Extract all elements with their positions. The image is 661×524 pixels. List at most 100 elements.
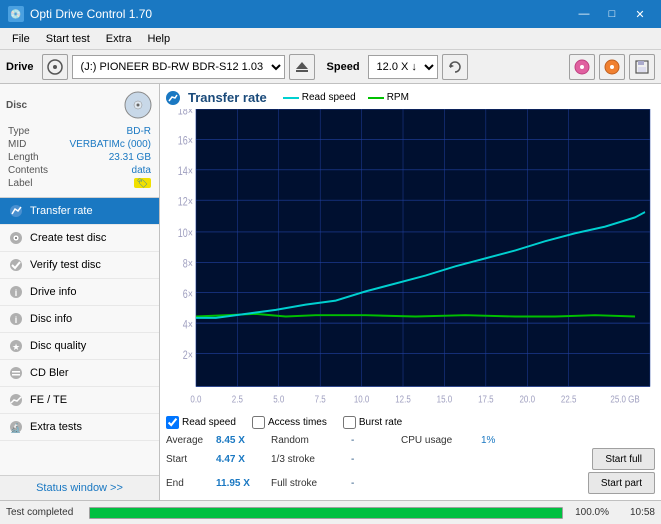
start-full-button[interactable]: Start full xyxy=(592,448,655,470)
nav-transfer-rate[interactable]: Transfer rate xyxy=(0,198,159,225)
svg-text:7.5: 7.5 xyxy=(315,393,326,404)
svg-text:10×: 10× xyxy=(178,227,193,241)
burst-rate-checkbox[interactable] xyxy=(343,416,356,429)
svg-text:22.5: 22.5 xyxy=(561,393,577,404)
access-times-checkbox[interactable] xyxy=(252,416,265,429)
transfer-rate-icon xyxy=(8,203,24,219)
window-controls: — □ ✕ xyxy=(571,5,653,23)
svg-text:i: i xyxy=(15,288,18,298)
stats-row-average: Average 8.45 X Random - CPU usage 1% xyxy=(166,435,655,446)
disc-icon xyxy=(123,90,153,120)
menu-file[interactable]: File xyxy=(4,31,38,47)
nav-disc-info[interactable]: i Disc info xyxy=(0,306,159,333)
disc-type-row: Type BD-R xyxy=(8,126,151,137)
verify-test-disc-icon xyxy=(8,257,24,273)
menu-start-test[interactable]: Start test xyxy=(38,31,98,47)
nav-extra-tests[interactable]: 🔬 Extra tests xyxy=(0,414,159,441)
svg-text:15.0: 15.0 xyxy=(437,393,453,404)
legend-rpm-label: RPM xyxy=(387,92,409,103)
title-bar: 💿 Opti Drive Control 1.70 — □ ✕ xyxy=(0,0,661,28)
chart-area: Transfer rate Read speed RPM xyxy=(160,84,661,500)
chart-title: Transfer rate xyxy=(188,90,267,105)
status-window-button[interactable]: Status window >> xyxy=(0,475,159,500)
legend-read-speed: Read speed xyxy=(283,92,356,103)
nav-create-test-disc-label: Create test disc xyxy=(30,232,106,244)
speed-selector[interactable]: 12.0 X ↓ xyxy=(368,55,438,79)
start-part-button[interactable]: Start part xyxy=(588,472,655,494)
access-times-checkbox-label: Access times xyxy=(268,417,327,428)
nav-cd-bler-label: CD Bler xyxy=(30,367,69,379)
legend-read-speed-label: Read speed xyxy=(302,92,356,103)
drive-selector[interactable]: (J:) PIONEER BD-RW BDR-S12 1.03 xyxy=(72,55,285,79)
progress-value: 100.0% xyxy=(571,507,609,518)
nav-cd-bler[interactable]: CD Bler xyxy=(0,360,159,387)
svg-text:2.5: 2.5 xyxy=(232,393,243,404)
read-speed-checkbox-item[interactable]: Read speed xyxy=(166,416,236,429)
extra-tests-icon: 🔬 xyxy=(8,419,24,435)
nav-create-test-disc[interactable]: Create test disc xyxy=(0,225,159,252)
disc-mid-row: MID VERBATIMc (000) xyxy=(8,139,151,150)
chart-icon xyxy=(166,91,180,105)
nav-disc-quality-label: Disc quality xyxy=(30,340,86,352)
cpu-usage-value: 1% xyxy=(481,435,531,446)
menu-extra[interactable]: Extra xyxy=(98,31,140,47)
svg-text:4×: 4× xyxy=(183,318,193,332)
eject-button[interactable] xyxy=(289,54,315,80)
refresh-button[interactable] xyxy=(442,54,468,80)
nav-disc-info-label: Disc info xyxy=(30,313,72,325)
nav-menu: Transfer rate Create test disc Verify te… xyxy=(0,198,159,475)
svg-text:10.0: 10.0 xyxy=(354,393,370,404)
end-value: 11.95 X xyxy=(216,478,271,489)
svg-text:i: i xyxy=(15,315,18,325)
legend-read-speed-color xyxy=(283,97,299,99)
minimize-button[interactable]: — xyxy=(571,5,597,23)
drive-toolbar: Drive (J:) PIONEER BD-RW BDR-S12 1.03 Sp… xyxy=(0,50,661,84)
status-text: Test completed xyxy=(6,507,73,518)
burst-rate-checkbox-label: Burst rate xyxy=(359,417,402,428)
disc-button[interactable] xyxy=(569,54,595,80)
legend-rpm: RPM xyxy=(368,92,409,103)
svg-text:12×: 12× xyxy=(178,195,193,209)
close-button[interactable]: ✕ xyxy=(627,5,653,23)
chart-checkboxes: Read speed Access times Burst rate xyxy=(166,413,655,432)
svg-text:14×: 14× xyxy=(178,165,193,179)
nav-drive-info[interactable]: i Drive info xyxy=(0,279,159,306)
drive-icon-btn[interactable] xyxy=(42,54,68,80)
access-times-checkbox-item[interactable]: Access times xyxy=(252,416,327,429)
disc-quality-icon: ★ xyxy=(8,338,24,354)
read-speed-checkbox[interactable] xyxy=(166,416,179,429)
stats-row-end: End 11.95 X Full stroke - Start part xyxy=(166,472,655,494)
burn-button[interactable] xyxy=(599,54,625,80)
main-content: Disc Type BD-R MID VERBATIMc (000) Lengt xyxy=(0,84,661,500)
maximize-button[interactable]: □ xyxy=(599,5,625,23)
menu-help[interactable]: Help xyxy=(139,31,178,47)
save-button[interactable] xyxy=(629,54,655,80)
full-stroke-label: Full stroke xyxy=(271,478,351,489)
chart-title-bar: Transfer rate Read speed RPM xyxy=(166,90,655,105)
stats-area: Average 8.45 X Random - CPU usage 1% Sta… xyxy=(166,432,655,494)
transfer-rate-chart: 18× 16× 14× 12× 10× 8× 6× 4× 2× 0.0 2.5 … xyxy=(166,109,655,413)
one-third-stroke-label: 1/3 stroke xyxy=(271,454,351,465)
random-label: Random xyxy=(271,435,351,446)
disc-contents-row: Contents data xyxy=(8,165,151,176)
svg-text:5.0: 5.0 xyxy=(273,393,284,404)
nav-disc-quality[interactable]: ★ Disc quality xyxy=(0,333,159,360)
nav-fe-te[interactable]: FE / TE xyxy=(0,387,159,414)
legend-rpm-color xyxy=(368,97,384,99)
nav-fe-te-label: FE / TE xyxy=(30,394,67,406)
drive-label: Drive xyxy=(6,61,34,73)
burst-rate-checkbox-item[interactable]: Burst rate xyxy=(343,416,402,429)
stats-row-start: Start 4.47 X 1/3 stroke - Start full xyxy=(166,448,655,470)
speed-label: Speed xyxy=(327,61,360,73)
chart-legend: Read speed RPM xyxy=(283,92,409,103)
average-label: Average xyxy=(166,435,216,446)
full-stroke-value: - xyxy=(351,478,401,489)
nav-verify-test-disc[interactable]: Verify test disc xyxy=(0,252,159,279)
chart-container: 18× 16× 14× 12× 10× 8× 6× 4× 2× 0.0 2.5 … xyxy=(166,109,655,413)
app-icon: 💿 xyxy=(8,6,24,22)
nav-drive-info-label: Drive info xyxy=(30,286,76,298)
one-third-stroke-value: - xyxy=(351,454,401,465)
svg-text:16×: 16× xyxy=(178,135,193,149)
fe-te-icon xyxy=(8,392,24,408)
menu-bar: File Start test Extra Help xyxy=(0,28,661,50)
